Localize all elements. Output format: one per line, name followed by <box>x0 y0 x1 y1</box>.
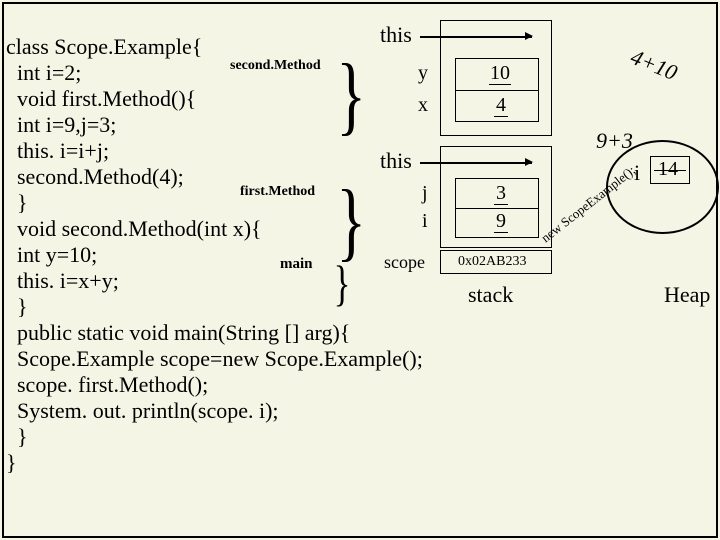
stack-var-i: i <box>422 210 428 233</box>
code-line: } <box>6 450 17 475</box>
strike-line <box>494 232 508 233</box>
strike-line <box>494 116 508 117</box>
stack-val-x: 4 <box>496 94 506 117</box>
code-line: } <box>6 294 28 319</box>
code-line: int y=10; <box>6 242 97 267</box>
strike-line <box>489 84 511 85</box>
code-line: void first.Method(){ <box>6 86 196 111</box>
label-second-method: second.Method <box>230 58 321 74</box>
stack-val-i: 9 <box>496 210 506 233</box>
stack-val-y: 10 <box>490 62 510 85</box>
stack-divider <box>456 208 538 209</box>
code-line: Scope.Example scope=new Scope.Example(); <box>6 346 423 371</box>
brace-first: } <box>336 196 366 249</box>
this-label-second: this <box>380 22 412 48</box>
code-line: this. i=i+j; <box>6 138 109 163</box>
code-line: } <box>6 190 28 215</box>
expr-9plus3: 9+3 <box>596 128 633 154</box>
code-line: } <box>6 424 28 449</box>
this-arrow-first <box>420 162 532 164</box>
this-arrow-second <box>420 36 532 38</box>
label-scope: scope <box>384 252 425 273</box>
stack-var-y: y <box>418 62 428 85</box>
stack-hex: 0x02AB233 <box>458 254 526 270</box>
code-line: class Scope.Example{ <box>6 34 202 59</box>
this-label-first: this <box>380 148 412 174</box>
code-line: scope. first.Method(); <box>6 372 208 397</box>
strike-line <box>494 204 508 205</box>
heap-field-val: 14 <box>658 158 678 181</box>
brace-second: } <box>336 70 366 123</box>
brace-main: } <box>334 268 351 298</box>
code-line: int i=2; <box>6 60 81 85</box>
code-line: System. out. println(scope. i); <box>6 398 279 423</box>
code-line: void second.Method(int x){ <box>6 216 262 241</box>
label-first-method: first.Method <box>240 184 315 200</box>
code-line: public static void main(String [] arg){ <box>6 320 350 345</box>
stack-divider <box>456 90 538 91</box>
code-line: int i=9,j=3; <box>6 112 116 137</box>
label-stack: stack <box>468 282 513 308</box>
label-heap: Heap <box>664 282 710 308</box>
stack-var-j: j <box>422 182 428 205</box>
code-line: this. i=x+y; <box>6 268 119 293</box>
stack-var-x: x <box>418 94 428 117</box>
label-main: main <box>280 256 313 273</box>
code-line: second.Method(4); <box>6 164 184 189</box>
stack-val-j: 3 <box>496 182 506 205</box>
